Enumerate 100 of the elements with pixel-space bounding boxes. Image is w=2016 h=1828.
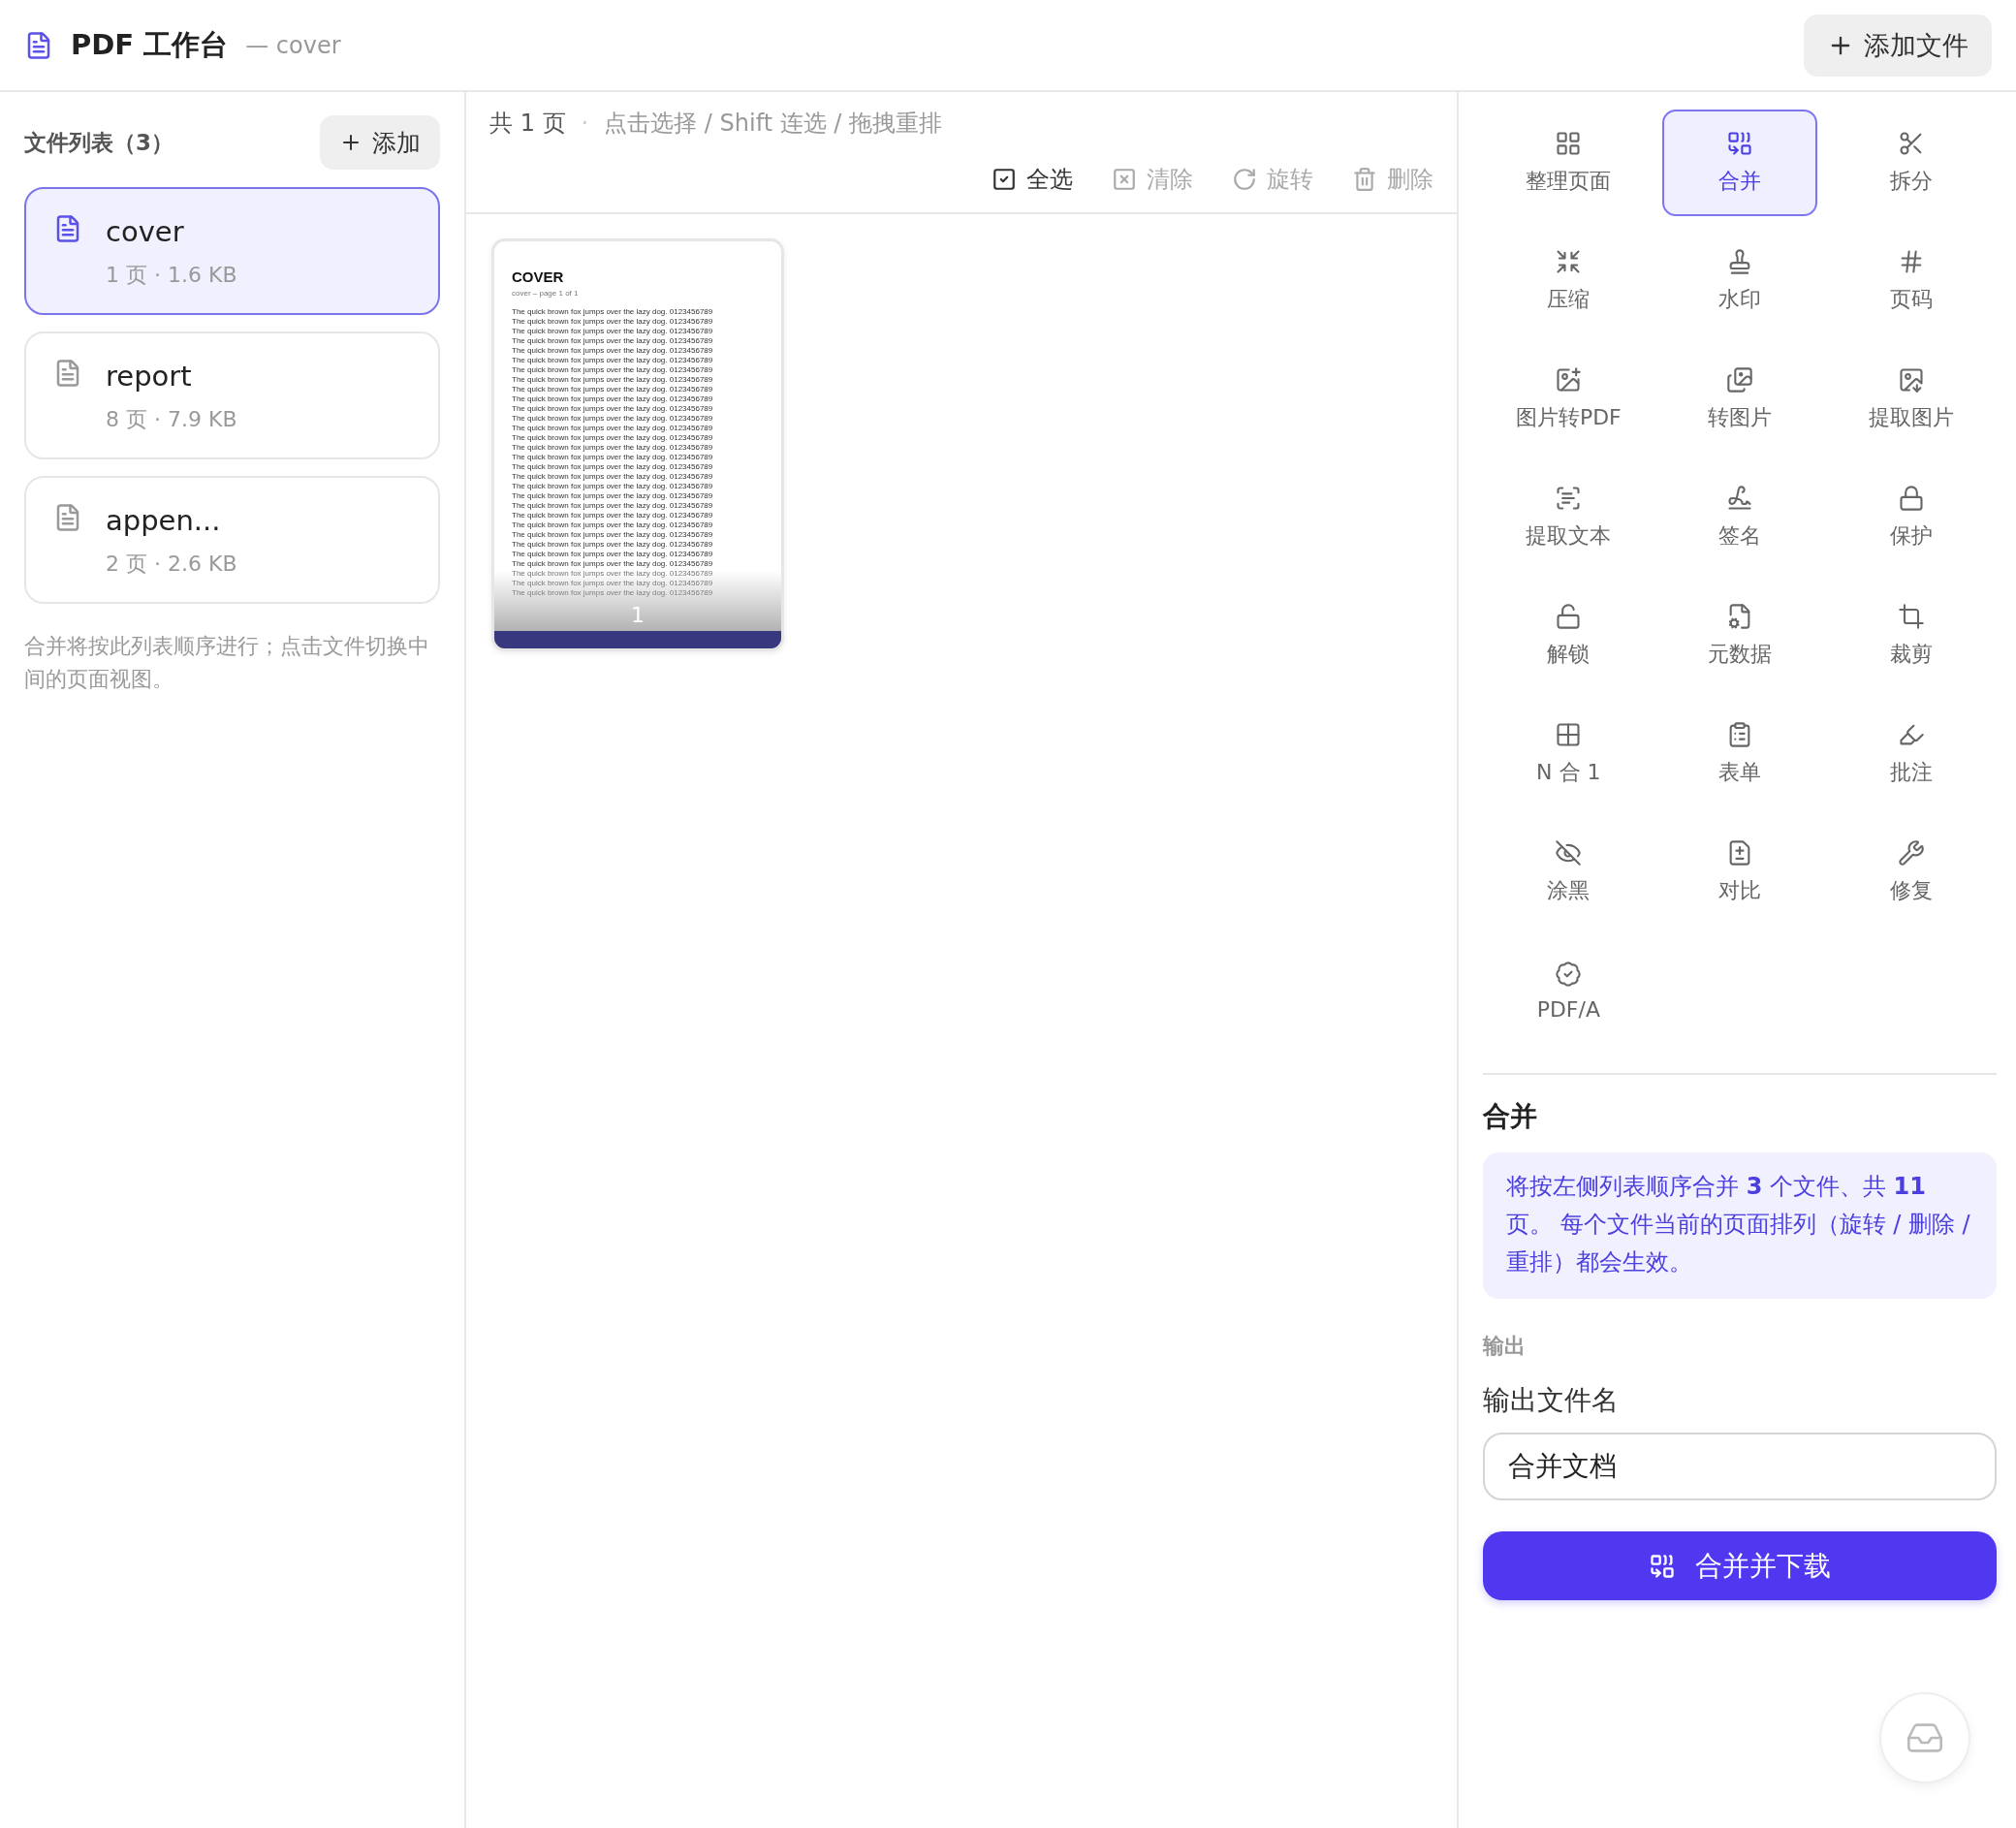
close-icon bbox=[1112, 167, 1137, 192]
add-button[interactable]: 添加 bbox=[320, 115, 440, 170]
tool-button[interactable]: 拆分 bbox=[1833, 110, 1989, 216]
tool-button[interactable]: 提取文本 bbox=[1491, 464, 1647, 571]
page-text-line: The quick brown fox jumps over the lazy dog. 0123456789 bbox=[512, 550, 714, 559]
page-text-line: The quick brown fox jumps over the lazy dog. 0123456789 bbox=[512, 540, 714, 550]
page-text-line: The quick brown fox jumps over the lazy dog. 0123456789 bbox=[512, 453, 714, 462]
file-card[interactable]: report 8 页 · 7.9 KB bbox=[24, 331, 440, 459]
page-text-line: The quick brown fox jumps over the lazy dog. 0123456789 bbox=[512, 588, 714, 598]
page-text-line: The quick brown fox jumps over the lazy dog. 0123456789 bbox=[512, 336, 714, 346]
file-list-title: 文件列表（3） bbox=[24, 128, 173, 157]
tool-button[interactable]: 元数据 bbox=[1661, 583, 1818, 689]
page-text-line: The quick brown fox jumps over the lazy dog. 0123456789 bbox=[512, 385, 714, 394]
page-text-line: The quick brown fox jumps over the lazy dog. 0123456789 bbox=[512, 530, 714, 540]
file-meta: 1 页 · 1.6 KB bbox=[106, 262, 238, 289]
tool-button[interactable]: 合并 bbox=[1661, 110, 1818, 216]
trash-icon bbox=[1352, 167, 1377, 192]
tool-button[interactable]: 整理页面 bbox=[1491, 110, 1647, 216]
eye-off-icon bbox=[1555, 839, 1583, 867]
tool-button[interactable]: 对比 bbox=[1661, 819, 1818, 926]
checkbox-icon bbox=[992, 167, 1017, 192]
images-icon bbox=[1726, 366, 1753, 394]
tool-button[interactable]: 表单 bbox=[1661, 701, 1818, 807]
toolbar-button[interactable]: 全选 bbox=[992, 164, 1073, 195]
file-name: cover bbox=[106, 214, 185, 249]
page-text-line: The quick brown fox jumps over the lazy dog. 0123456789 bbox=[512, 491, 714, 501]
page-text-line: The quick brown fox jumps over the lazy dog. 0123456789 bbox=[512, 443, 714, 453]
page-number: 1 bbox=[631, 603, 645, 627]
tool-button[interactable]: 水印 bbox=[1661, 228, 1818, 334]
tool-button[interactable]: 解锁 bbox=[1491, 583, 1647, 689]
tool-button[interactable]: PDF/A bbox=[1491, 937, 1647, 1044]
page-text-line: The quick brown fox jumps over the lazy dog. 0123456789 bbox=[512, 317, 714, 327]
file-meta: 8 页 · 7.9 KB bbox=[106, 406, 238, 433]
filename-field[interactable]: 合并文档 bbox=[1483, 1433, 1997, 1500]
signature-icon bbox=[1726, 485, 1753, 512]
page-text-line: The quick brown fox jumps over the lazy dog. 0123456789 bbox=[512, 511, 714, 520]
file-card[interactable]: cover 1 页 · 1.6 KB bbox=[24, 187, 440, 315]
tool-button[interactable]: 提取图片 bbox=[1833, 346, 1989, 453]
tool-button[interactable]: 页码 bbox=[1833, 228, 1989, 334]
tool-button[interactable]: 批注 bbox=[1833, 701, 1989, 807]
tool-button[interactable]: N 合 1 bbox=[1491, 701, 1647, 807]
image-plus-icon bbox=[1555, 366, 1583, 394]
image-download-icon bbox=[1897, 366, 1925, 394]
tool-button[interactable]: 修复 bbox=[1833, 819, 1989, 926]
page-text-line: The quick brown fox jumps over the lazy dog. 0123456789 bbox=[512, 579, 714, 588]
page-text-line: The quick brown fox jumps over the lazy dog. 0123456789 bbox=[512, 356, 714, 365]
tool-button[interactable]: 涂黑 bbox=[1491, 819, 1647, 926]
merge-download-button[interactable]: 合并并下载 bbox=[1483, 1531, 1997, 1600]
page-subtitle: cover – page 1 of 1 bbox=[512, 289, 580, 298]
page-text-line: The quick brown fox jumps over the lazy dog. 0123456789 bbox=[512, 482, 714, 491]
page-text-line: The quick brown fox jumps over the lazy dog. 0123456789 bbox=[512, 559, 714, 569]
tool-button[interactable]: 签名 bbox=[1661, 464, 1818, 571]
tool-button[interactable]: 保护 bbox=[1833, 464, 1989, 571]
panel-title: 合并 bbox=[1483, 1099, 1538, 1134]
page-count: 共 1 页 bbox=[489, 109, 566, 139]
page-text-line: The quick brown fox jumps over the lazy dog. 0123456789 bbox=[512, 365, 714, 375]
crop-icon bbox=[1897, 603, 1925, 630]
file-card[interactable]: appen... 2 页 · 2.6 KB bbox=[24, 476, 440, 604]
tool-button[interactable]: 转图片 bbox=[1661, 346, 1818, 453]
separator: · bbox=[581, 110, 589, 137]
app-title: PDF 工作台 bbox=[71, 26, 229, 63]
page-text-line: The quick brown fox jumps over the lazy dog. 0123456789 bbox=[512, 327, 714, 336]
merge-icon bbox=[1726, 130, 1753, 157]
file-meta: 2 页 · 2.6 KB bbox=[106, 551, 238, 578]
scan-text-icon bbox=[1555, 485, 1583, 512]
page-thumbnail[interactable] bbox=[491, 238, 784, 651]
info-note: 将按左侧列表顺序合并 3 个文件、共 11 页。 每个文件当前的页面排列（旋转 / 删除 / 重排）都会生效。 bbox=[1483, 1152, 1997, 1299]
file-name: appen... bbox=[106, 503, 222, 538]
page-text-line: The quick brown fox jumps over the lazy dog. 0123456789 bbox=[512, 472, 714, 482]
merge-icon bbox=[1649, 1552, 1676, 1580]
page-text-line: The quick brown fox jumps over the lazy dog. 0123456789 bbox=[512, 346, 714, 356]
grid-icon bbox=[1555, 721, 1583, 748]
unlock-icon bbox=[1555, 603, 1583, 630]
rotate-icon bbox=[1232, 167, 1257, 192]
page-text-line: The quick brown fox jumps over the lazy dog. 0123456789 bbox=[512, 520, 714, 530]
page-text-line: The quick brown fox jumps over the lazy dog. 0123456789 bbox=[512, 414, 714, 424]
page-text-line: The quick brown fox jumps over the lazy dog. 0123456789 bbox=[512, 404, 714, 414]
page-text-line: The quick brown fox jumps over the lazy dog. 0123456789 bbox=[512, 394, 714, 404]
add-file-button[interactable]: 添加文件 bbox=[1804, 14, 1992, 77]
document-name: — cover bbox=[245, 31, 341, 59]
page-text-line: The quick brown fox jumps over the lazy dog. 0123456789 bbox=[512, 375, 714, 385]
instructions: 点击选择 / Shift 连选 / 拖拽重排 bbox=[604, 109, 943, 139]
page-text-line: The quick brown fox jumps over the lazy dog. 0123456789 bbox=[512, 307, 714, 317]
wrench-icon bbox=[1897, 839, 1925, 867]
shrink-icon bbox=[1555, 248, 1583, 275]
tool-button[interactable]: 图片转PDF bbox=[1491, 346, 1647, 453]
hint-text: 合并将按此列表顺序进行；点击文件切换中间的页面视图。 bbox=[24, 633, 430, 693]
badge-check-icon bbox=[1555, 960, 1583, 988]
lock-icon bbox=[1897, 485, 1925, 512]
page-text-line: The quick brown fox jumps over the lazy dog. 0123456789 bbox=[512, 424, 714, 433]
page-heading: COVER bbox=[512, 268, 565, 285]
field-label: 输出文件名 bbox=[1483, 1383, 1620, 1418]
grid-icon bbox=[1555, 130, 1583, 157]
file-name: report bbox=[106, 359, 193, 394]
page-text-line: The quick brown fox jumps over the lazy dog. 0123456789 bbox=[512, 501, 714, 511]
page-text-line: The quick brown fox jumps over the lazy dog. 0123456789 bbox=[512, 569, 714, 579]
tool-button[interactable]: 压缩 bbox=[1491, 228, 1647, 334]
tool-button[interactable]: 裁剪 bbox=[1833, 583, 1989, 689]
page-text-line: The quick brown fox jumps over the lazy dog. 0123456789 bbox=[512, 462, 714, 472]
page-text-line: The quick brown fox jumps over the lazy dog. 0123456789 bbox=[512, 433, 714, 443]
